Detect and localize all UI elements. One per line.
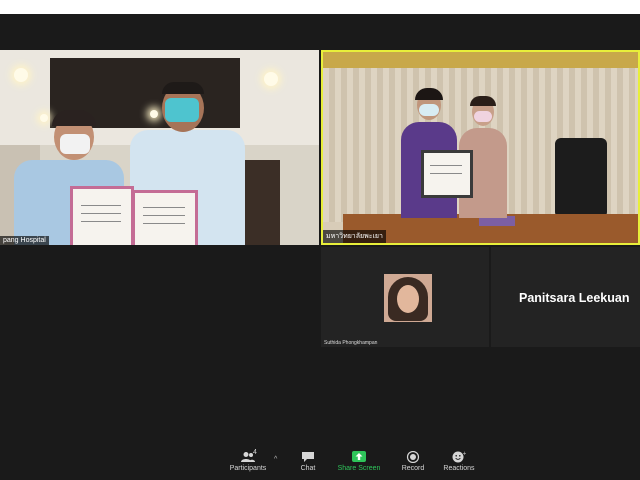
chat-button[interactable]: Chat: [295, 451, 321, 472]
share-screen-icon: [352, 451, 366, 463]
participant-name-label: มหาวิทยาลัยพะเยา: [323, 230, 386, 243]
participants-button[interactable]: 4 Participants: [228, 449, 268, 472]
reactions-icon: +: [452, 451, 467, 463]
mou-document: [421, 150, 473, 198]
participants-icon: 4: [241, 449, 257, 463]
top-edge: [0, 0, 640, 14]
mou-document: [132, 190, 198, 245]
mou-document: [70, 186, 134, 245]
meeting-top-bar: [0, 14, 640, 50]
participant-name-label: Suthida Phongkhampan: [324, 340, 378, 346]
participant-display-name: Panitsara Leekuan: [519, 291, 630, 305]
participant-count: 4: [253, 449, 257, 456]
meeting-toolbar: 4 Participants ^ Chat Share Screen Recor…: [0, 445, 640, 480]
record-icon: [406, 450, 420, 464]
video-tile-university-active-speaker[interactable]: มหาวิทยาลัยพะเยา: [321, 50, 640, 245]
ceiling-light: [264, 72, 278, 86]
profile-photo: [384, 274, 432, 322]
record-label: Record: [401, 465, 425, 472]
video-tile-hospital[interactable]: pang Hospital: [0, 50, 319, 245]
share-screen-button[interactable]: Share Screen: [337, 451, 381, 472]
chat-icon: [301, 451, 315, 463]
participant-name-label: pang Hospital: [0, 236, 49, 245]
chevron-up-icon[interactable]: ^: [274, 456, 277, 463]
participant-tile-name[interactable]: Panitsara Leekuan: [491, 247, 640, 347]
participants-label: Participants: [229, 465, 267, 472]
reactions-label: Reactions: [443, 465, 475, 472]
ceiling-light: [14, 68, 28, 82]
svg-text:+: +: [463, 451, 467, 457]
record-button[interactable]: Record: [398, 450, 428, 472]
curtain-valance: [323, 52, 638, 68]
office-chair: [555, 138, 607, 218]
participant-tile-avatar[interactable]: Suthida Phongkhampan: [321, 247, 489, 347]
chat-label: Chat: [300, 465, 316, 472]
share-screen-label: Share Screen: [337, 465, 381, 472]
door: [240, 160, 280, 245]
reactions-button[interactable]: + Reactions: [441, 451, 477, 472]
